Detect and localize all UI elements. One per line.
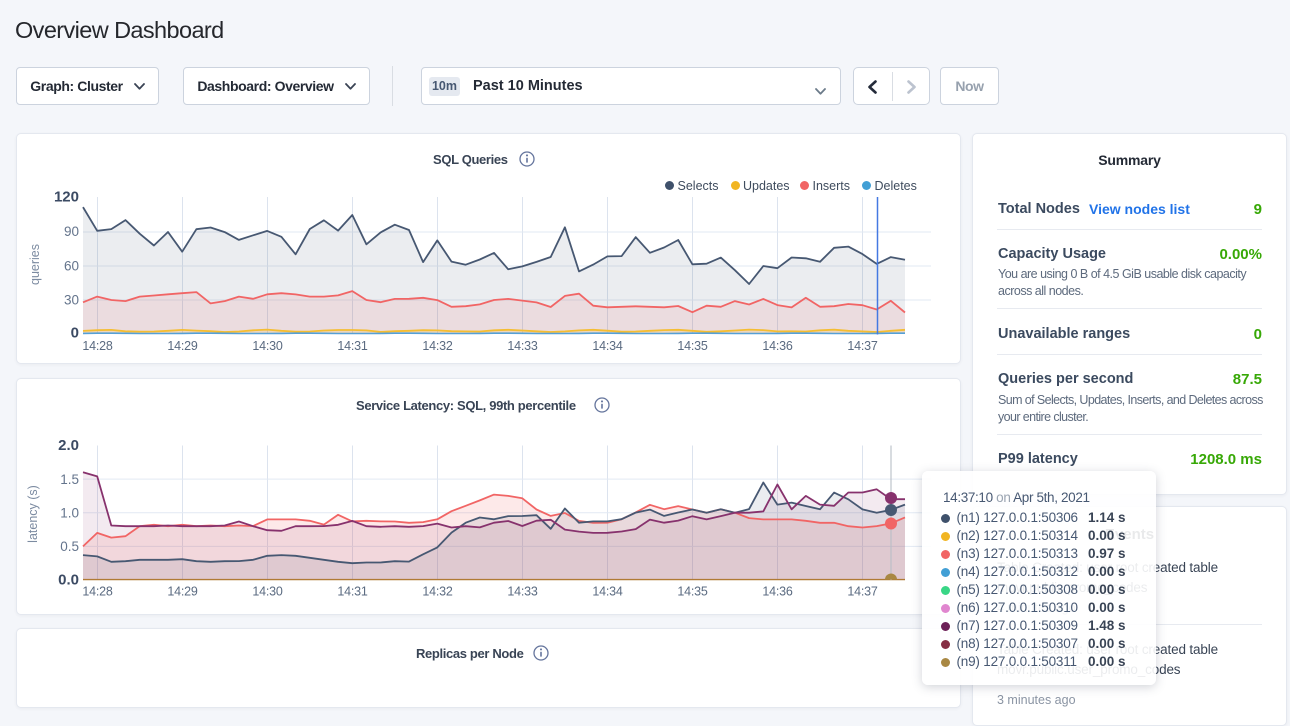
svg-text:14:33: 14:33 bbox=[507, 339, 538, 353]
svg-text:14:31: 14:31 bbox=[337, 585, 368, 599]
svg-text:1.0: 1.0 bbox=[60, 505, 79, 520]
svg-text:60: 60 bbox=[64, 259, 79, 274]
svg-text:14:34: 14:34 bbox=[592, 585, 623, 599]
svg-text:14:31: 14:31 bbox=[337, 339, 368, 353]
svg-text:14:29: 14:29 bbox=[167, 339, 198, 353]
svg-text:14:32: 14:32 bbox=[422, 339, 453, 353]
svg-text:14:35: 14:35 bbox=[677, 585, 708, 599]
svg-text:2.0: 2.0 bbox=[58, 437, 79, 454]
svg-text:latency (s): latency (s) bbox=[26, 485, 40, 543]
svg-text:14:28: 14:28 bbox=[82, 339, 113, 353]
svg-text:queries: queries bbox=[28, 244, 42, 285]
svg-text:14:30: 14:30 bbox=[252, 339, 283, 353]
svg-text:0.0: 0.0 bbox=[58, 572, 79, 589]
svg-text:14:37: 14:37 bbox=[847, 585, 878, 599]
svg-text:14:30: 14:30 bbox=[252, 585, 283, 599]
svg-text:0: 0 bbox=[71, 325, 79, 342]
svg-text:0.5: 0.5 bbox=[60, 539, 79, 554]
svg-text:14:36: 14:36 bbox=[762, 339, 793, 353]
svg-text:14:37: 14:37 bbox=[847, 339, 878, 353]
svg-text:14:28: 14:28 bbox=[82, 585, 113, 599]
svg-text:90: 90 bbox=[64, 224, 79, 239]
svg-text:14:33: 14:33 bbox=[507, 585, 538, 599]
svg-text:14:35: 14:35 bbox=[677, 339, 708, 353]
svg-text:14:36: 14:36 bbox=[762, 585, 793, 599]
svg-text:120: 120 bbox=[54, 189, 79, 206]
svg-text:14:29: 14:29 bbox=[167, 585, 198, 599]
svg-text:30: 30 bbox=[64, 293, 79, 308]
svg-text:14:34: 14:34 bbox=[592, 339, 623, 353]
svg-text:14:32: 14:32 bbox=[422, 585, 453, 599]
svg-text:1.5: 1.5 bbox=[60, 472, 79, 487]
